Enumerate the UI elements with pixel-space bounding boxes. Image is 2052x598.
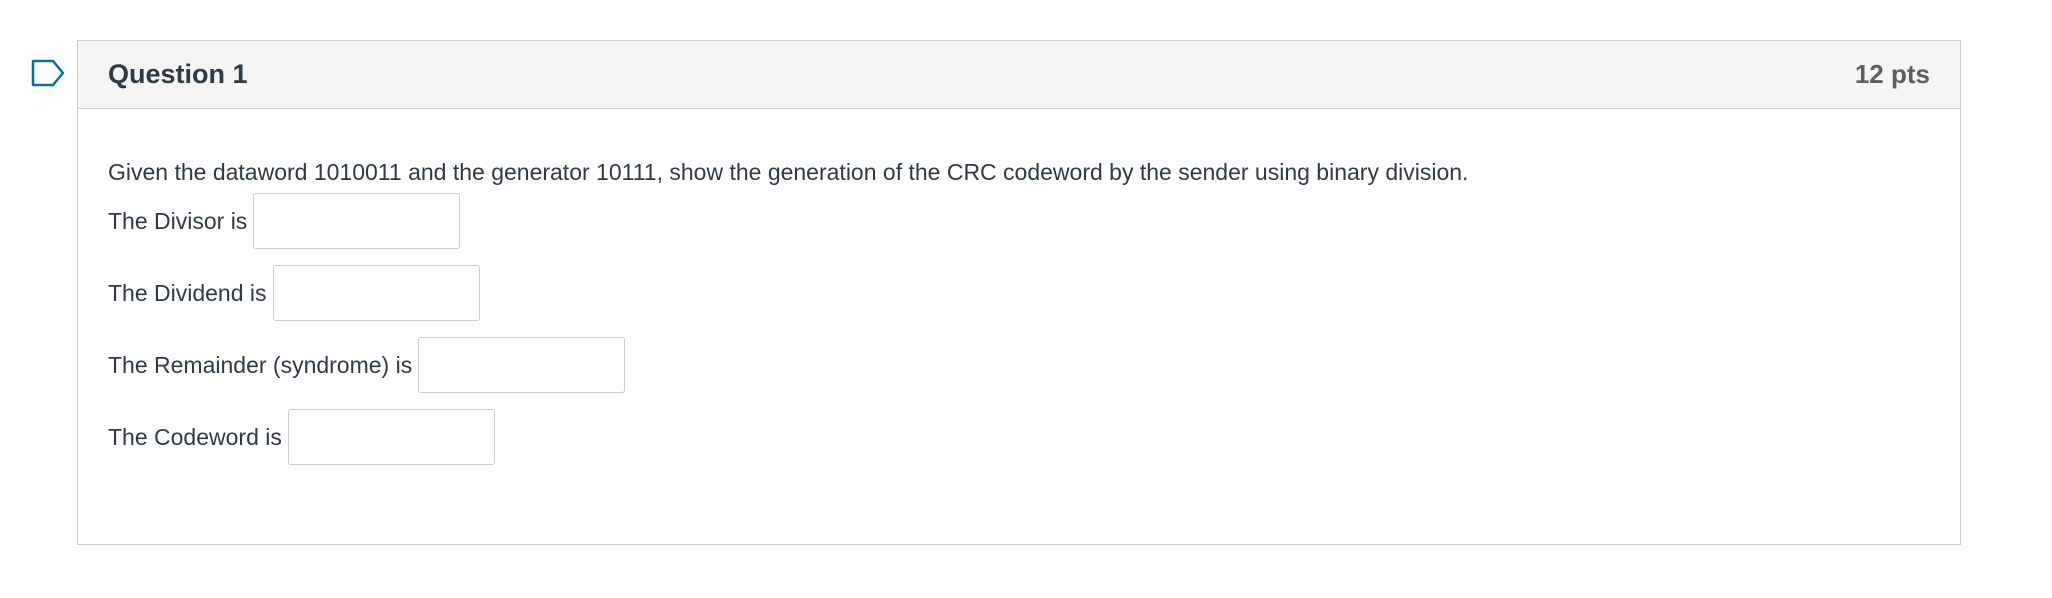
codeword-input[interactable] bbox=[287, 409, 495, 465]
question-title: Question 1 bbox=[108, 59, 248, 89]
remainder-row: The Remainder (syndrome) is bbox=[108, 337, 626, 393]
dividend-row: The Dividend is bbox=[108, 265, 480, 321]
flag-question-icon[interactable] bbox=[31, 59, 65, 87]
question-header: Question 1 12 pts bbox=[78, 41, 1960, 109]
dividend-input[interactable] bbox=[272, 265, 480, 321]
question-points: 12 pts bbox=[1854, 59, 1930, 89]
divisor-row: The Divisor is bbox=[108, 193, 461, 249]
remainder-input[interactable] bbox=[418, 337, 626, 393]
dividend-label: The Dividend is bbox=[108, 279, 267, 306]
question-card: Question 1 12 pts Given the dataword 101… bbox=[77, 40, 1961, 545]
divisor-input[interactable] bbox=[253, 193, 461, 249]
codeword-row: The Codeword is bbox=[108, 409, 495, 465]
question-prompt: Given the dataword 1010011 and the gener… bbox=[108, 159, 1469, 185]
remainder-label: The Remainder (syndrome) is bbox=[108, 351, 413, 378]
divisor-label: The Divisor is bbox=[108, 207, 248, 234]
codeword-label: The Codeword is bbox=[108, 423, 282, 450]
